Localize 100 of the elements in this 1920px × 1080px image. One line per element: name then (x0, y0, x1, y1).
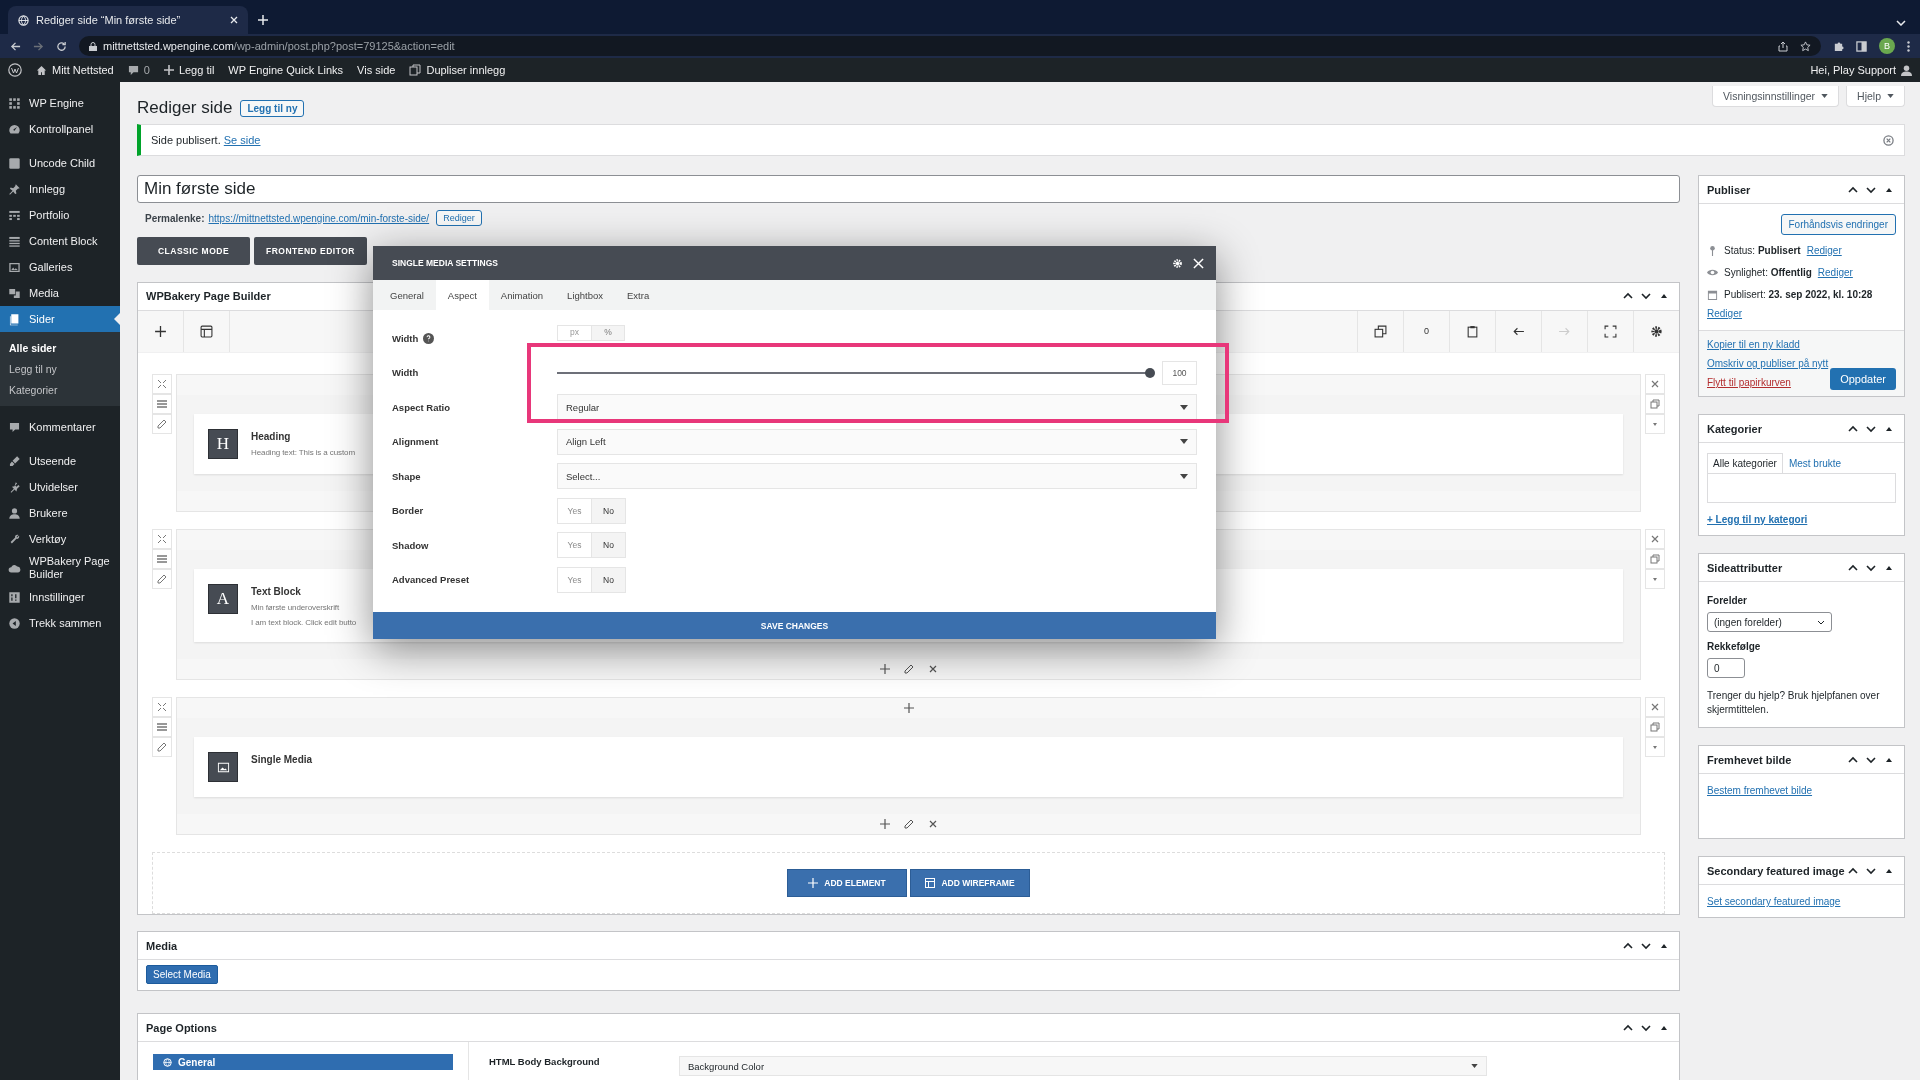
category-tab[interactable]: Mest brukte (1782, 453, 1848, 473)
edit-icon[interactable] (903, 819, 914, 829)
menu-item[interactable]: WP Engine (0, 90, 120, 116)
menu-item[interactable]: Media (0, 280, 120, 306)
add-element-button[interactable]: ADD ELEMENT (787, 869, 907, 897)
add-icon[interactable] (879, 664, 890, 674)
edit-link[interactable]: Rediger (1806, 244, 1842, 257)
add-category-link[interactable]: + Legg til ny kategori (1707, 514, 1808, 525)
menu-item[interactable]: Kommentarer (0, 414, 120, 440)
menu-item[interactable]: Kontrollpanel (0, 116, 120, 142)
reload-icon[interactable] (56, 40, 67, 52)
dialog-tab[interactable]: Extra (615, 280, 662, 310)
update-button[interactable]: Oppdater (1830, 368, 1896, 390)
edit-icon[interactable] (903, 664, 914, 674)
menu-item[interactable]: Trekk sammen (0, 610, 120, 636)
view-page-link[interactable]: Se side (223, 134, 261, 146)
expand-icon[interactable] (152, 374, 172, 394)
permalink-link[interactable]: https://mittnettsted.wpengine.com/min-forste-side/ (208, 212, 430, 224)
menu-item[interactable]: Utvidelser (0, 474, 120, 500)
drag-handle[interactable] (152, 394, 172, 414)
preview-button[interactable]: Forhåndsvis endringer (1780, 214, 1896, 235)
star-icon[interactable] (1800, 40, 1811, 52)
mode-button[interactable]: FRONTEND EDITOR (254, 237, 367, 265)
slider-thumb[interactable] (1145, 367, 1155, 378)
title-field[interactable]: Min første side (137, 175, 1680, 203)
dialog-tab[interactable]: Lightbox (555, 280, 616, 310)
category-tab[interactable]: Alle kategorier (1707, 453, 1783, 473)
admin-bar-link[interactable]: Vis side (357, 64, 396, 76)
menu-item[interactable]: Portfolio (0, 202, 120, 228)
dismiss-icon[interactable] (1883, 134, 1894, 146)
dialog-tab[interactable]: General (378, 280, 436, 310)
close-icon[interactable] (927, 819, 938, 829)
wordpress-logo-icon[interactable] (8, 63, 22, 77)
address-bar[interactable]: mittnettsted.wpengine.com/wp-admin/post.php?post=79125&action=edit (79, 36, 1821, 56)
drag-handle[interactable] (152, 549, 172, 569)
menu-item[interactable]: Innlegg (0, 176, 120, 202)
edit-link[interactable]: Rediger (1817, 266, 1853, 279)
menu-item[interactable]: Uncode Child (0, 150, 120, 176)
dialog-tab[interactable]: Animation (488, 280, 556, 310)
submenu-item[interactable]: Alle sider (0, 337, 120, 358)
add-wireframe-button[interactable]: ADD WIREFRAME (910, 869, 1030, 897)
set-featured-image-link[interactable]: Bestem fremhevet bilde (1707, 785, 1813, 796)
toggle-option[interactable]: Yes (558, 567, 591, 592)
mode-button[interactable]: CLASSIC MODE (137, 237, 250, 265)
parent-select[interactable]: (ingen forelder) (1707, 612, 1832, 632)
close-icon[interactable] (927, 664, 938, 674)
menu-item[interactable]: Innstillinger (0, 584, 120, 610)
browser-tab[interactable]: Rediger side “Min første side” (8, 6, 248, 34)
dialog-tab[interactable]: Aspect (435, 280, 489, 310)
options-tab[interactable]: General (153, 1054, 453, 1070)
menu-item[interactable]: Content Block (0, 228, 120, 254)
toggle-option[interactable]: Yes (558, 498, 591, 523)
screen-options-button[interactable]: Visningsinnstillinger (1712, 86, 1840, 107)
menu-item[interactable]: Galleries (0, 254, 120, 280)
add-new-button[interactable]: Legg til ny (240, 99, 305, 117)
trash-link[interactable]: Flytt til papirkurven (1707, 377, 1791, 388)
menu-item[interactable]: Utseende (0, 448, 120, 474)
drag-handle[interactable] (152, 717, 172, 737)
menu-item[interactable]: Brukere (0, 500, 120, 526)
select-field[interactable]: Select... (557, 463, 1197, 489)
admin-bar-link[interactable]: Mitt Nettsted (36, 64, 114, 76)
save-changes-button[interactable]: SAVE CHANGES (373, 612, 1216, 639)
action-link[interactable]: Omskriv og publiser på nytt (1707, 358, 1829, 369)
comments-link[interactable]: 0 (127, 64, 150, 76)
toggle-option[interactable]: No (591, 498, 625, 523)
element-card[interactable]: Single Media (194, 737, 1623, 797)
share-icon[interactable] (1778, 40, 1788, 52)
select-field[interactable]: Align Left (557, 428, 1197, 455)
select-field[interactable]: Background Color (679, 1056, 1487, 1076)
sidebar-icon[interactable] (1856, 40, 1867, 52)
help-button[interactable]: Hjelp (1846, 86, 1905, 107)
value-field[interactable]: 100 (1162, 360, 1197, 385)
more-icon[interactable] (1907, 40, 1910, 52)
copy-icon[interactable] (1645, 717, 1665, 737)
admin-bar-link[interactable]: WP Engine Quick Links (228, 64, 344, 76)
toggle-option[interactable]: No (591, 533, 625, 557)
select-media-button[interactable]: Select Media (146, 965, 218, 984)
chevron-down-icon[interactable] (1896, 20, 1906, 26)
set-secondary-image-link[interactable]: Set secondary featured image (1707, 896, 1841, 907)
copy-icon[interactable] (1645, 394, 1665, 414)
action-link[interactable]: Kopier til en ny kladd (1707, 339, 1800, 350)
menu-item[interactable]: Sider (0, 306, 120, 332)
submenu-item[interactable]: Kategorier (0, 379, 120, 400)
copy-icon[interactable] (1645, 549, 1665, 569)
toggle-option[interactable]: Yes (558, 533, 591, 557)
help-icon[interactable] (423, 332, 435, 344)
menu-item[interactable]: WPBakery Page Builder (0, 552, 120, 584)
add-icon[interactable] (879, 819, 890, 829)
order-field[interactable]: 0 (1707, 658, 1745, 678)
toggle-option[interactable]: No (591, 567, 625, 592)
puzzle-icon[interactable] (1833, 40, 1844, 52)
edit-permalink-button[interactable]: Rediger (436, 210, 482, 226)
admin-bar-link[interactable]: Dupliser innlegg (409, 64, 506, 76)
back-icon[interactable] (10, 40, 21, 52)
forward-icon[interactable] (33, 40, 44, 52)
toggle-option[interactable]: % (591, 326, 624, 340)
new-tab-icon[interactable] (258, 15, 268, 25)
submenu-item[interactable]: Legg til ny (0, 358, 120, 379)
menu-item[interactable]: Verktøy (0, 526, 120, 552)
expand-icon[interactable] (152, 529, 172, 549)
